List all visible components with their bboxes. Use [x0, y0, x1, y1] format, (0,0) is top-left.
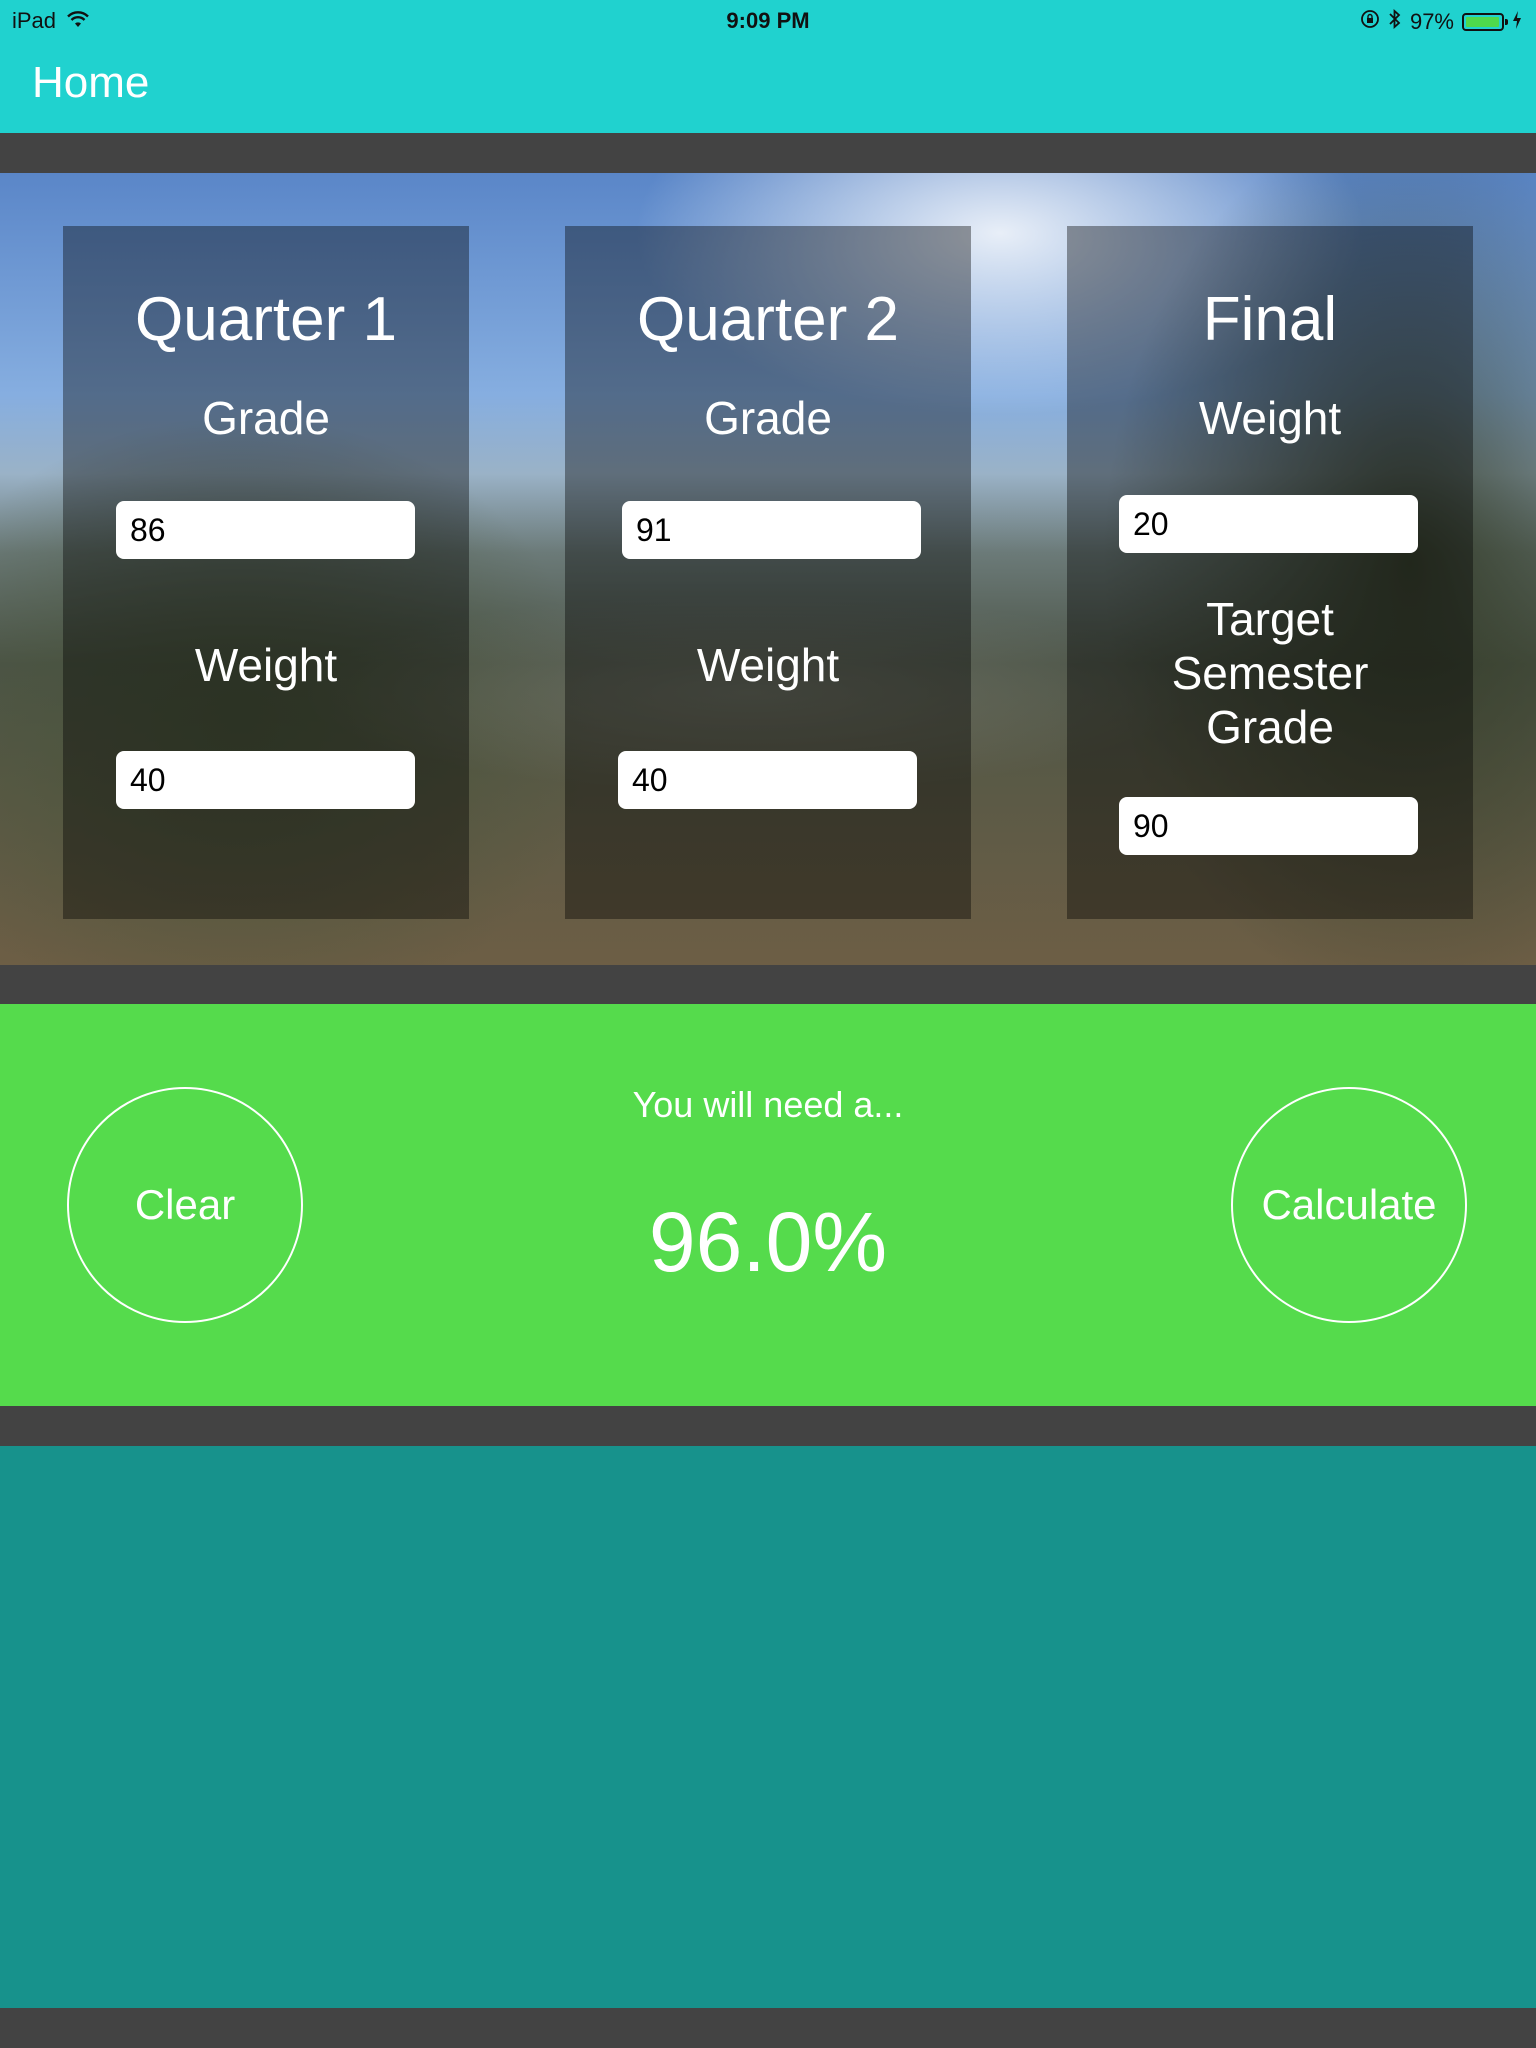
quarter1-grade-input[interactable] — [116, 501, 415, 559]
quarter1-title: Quarter 1 — [135, 285, 397, 354]
status-right: 97% — [1360, 8, 1522, 36]
final-weight-label: Weight — [1198, 392, 1342, 444]
quarter1-weight-label: Weight — [194, 639, 338, 691]
bluetooth-icon — [1388, 8, 1402, 36]
final-title: Final — [1202, 285, 1338, 354]
quarter2-title: Quarter 2 — [637, 285, 899, 354]
target-grade-input[interactable] — [1119, 797, 1418, 855]
status-bar: iPad 9:09 PM 97% — [0, 0, 1536, 40]
final-weight-input[interactable] — [1119, 495, 1418, 553]
quarter2-weight-input[interactable] — [618, 751, 917, 809]
nav-title: Home — [32, 58, 150, 107]
result-bar: Clear You will need a... 96.0% Calculate — [0, 1004, 1536, 1406]
separator-bottom — [0, 2008, 1536, 2048]
bottom-area — [0, 1446, 1536, 2008]
quarter2-grade-label: Grade — [704, 392, 832, 444]
charging-bolt-icon — [1512, 9, 1522, 35]
quarter1-panel: Quarter 1 Grade Weight — [63, 226, 469, 919]
separator-lower — [0, 1406, 1536, 1446]
final-panel: Final Weight Target Semester Grade — [1067, 226, 1473, 919]
target-semester-grade-label: Target Semester Grade — [1171, 593, 1369, 753]
battery-icon — [1462, 13, 1508, 31]
status-time: 9:09 PM — [726, 8, 810, 33]
background-photo: Quarter 1 Grade Weight Quarter 2 Grade W… — [0, 173, 1536, 965]
quarter1-weight-input[interactable] — [116, 751, 415, 809]
separator-top — [0, 133, 1536, 173]
calculate-button[interactable]: Calculate — [1231, 1087, 1467, 1323]
top-header: iPad 9:09 PM 97% Home — [0, 0, 1536, 133]
quarter1-grade-label: Grade — [202, 392, 330, 444]
separator-middle — [0, 965, 1536, 1004]
orientation-lock-icon — [1360, 9, 1380, 35]
quarter2-grade-input[interactable] — [622, 501, 921, 559]
quarter2-weight-label: Weight — [696, 639, 840, 691]
battery-fill — [1466, 17, 1499, 27]
quarter2-panel: Quarter 2 Grade Weight — [565, 226, 971, 919]
battery-tip — [1505, 19, 1508, 25]
battery-percent: 97% — [1409, 9, 1454, 34]
